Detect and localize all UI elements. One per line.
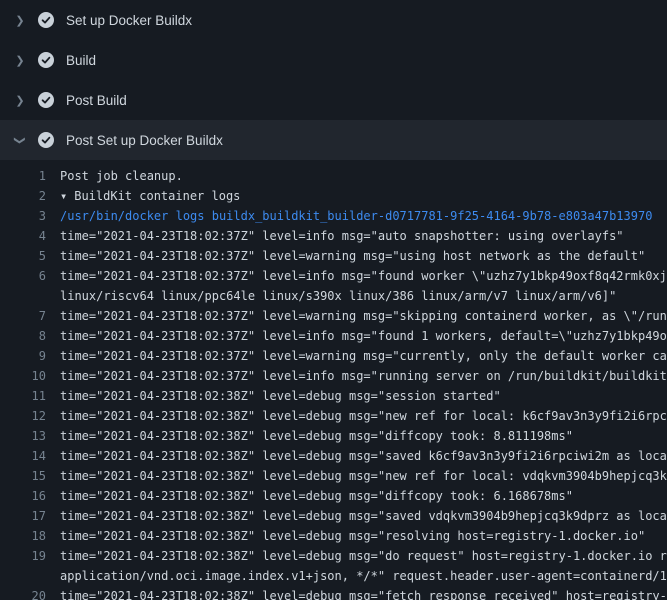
line-number[interactable]: 12 <box>0 406 46 426</box>
log-line: 18 time="2021-04-23T18:02:38Z" level=deb… <box>0 526 667 546</box>
line-number[interactable]: 11 <box>0 386 46 406</box>
line-number[interactable]: 5 <box>0 246 46 266</box>
step-label: Post Build <box>66 93 127 108</box>
step-label: Build <box>66 53 96 68</box>
log-line: 16 time="2021-04-23T18:02:38Z" level=deb… <box>0 486 667 506</box>
step-label: Set up Docker Buildx <box>66 13 192 28</box>
line-number[interactable]: 10 <box>0 366 46 386</box>
chevron-icon[interactable]: ❯ <box>12 94 28 107</box>
log-line: 7 time="2021-04-23T18:02:37Z" level=warn… <box>0 306 667 326</box>
line-number[interactable] <box>0 286 46 306</box>
log-text: time="2021-04-23T18:02:38Z" level=debug … <box>46 466 667 486</box>
log-line: 6 time="2021-04-23T18:02:37Z" level=info… <box>0 266 667 286</box>
line-number[interactable]: 2 <box>0 186 46 206</box>
log-line: 5 time="2021-04-23T18:02:37Z" level=warn… <box>0 246 667 266</box>
log-text: time="2021-04-23T18:02:38Z" level=debug … <box>46 426 667 446</box>
log-line: application/vnd.oci.image.index.v1+json,… <box>0 566 667 586</box>
log-text: time="2021-04-23T18:02:38Z" level=debug … <box>46 406 667 426</box>
log-text: time="2021-04-23T18:02:38Z" level=debug … <box>46 526 667 546</box>
log-text: time="2021-04-23T18:02:37Z" level=warnin… <box>46 346 667 366</box>
log-text: Post job cleanup. <box>46 166 667 186</box>
line-number[interactable]: 19 <box>0 546 46 566</box>
line-number[interactable]: 13 <box>0 426 46 446</box>
log-line: 15 time="2021-04-23T18:02:38Z" level=deb… <box>0 466 667 486</box>
chevron-icon[interactable]: ❯ <box>12 54 28 67</box>
log-line: 2 ▾ BuildKit container logs <box>0 186 667 206</box>
log-text: application/vnd.oci.image.index.v1+json,… <box>46 566 667 586</box>
line-number[interactable]: 9 <box>0 346 46 366</box>
log-line: linux/riscv64 linux/ppc64le linux/s390x … <box>0 286 667 306</box>
line-number[interactable]: 8 <box>0 326 46 346</box>
log-line: 8 time="2021-04-23T18:02:37Z" level=info… <box>0 326 667 346</box>
sections: ❯ Set up Docker Buildx ❯ Build ❯ Post Bu <box>0 0 667 160</box>
log-line: 1 Post job cleanup. <box>0 166 667 186</box>
log-lines: 1 Post job cleanup. 2 ▾ BuildKit containe… <box>0 160 667 600</box>
line-number[interactable]: 20 <box>0 586 46 600</box>
log-text: ▾ BuildKit container logs <box>46 186 667 206</box>
log-text: time="2021-04-23T18:02:37Z" level=warnin… <box>46 306 667 326</box>
log-text: time="2021-04-23T18:02:37Z" level=info m… <box>46 366 667 386</box>
actions-log-viewer: ❯ Set up Docker Buildx ❯ Build ❯ Post Bu <box>0 0 667 600</box>
log-text: time="2021-04-23T18:02:37Z" level=info m… <box>46 226 667 246</box>
log-line: 17 time="2021-04-23T18:02:38Z" level=deb… <box>0 506 667 526</box>
line-number[interactable]: 6 <box>0 266 46 286</box>
line-number[interactable]: 1 <box>0 166 46 186</box>
log-text: time="2021-04-23T18:02:37Z" level=info m… <box>46 266 667 286</box>
check-circle-icon <box>38 92 54 108</box>
log-text: time="2021-04-23T18:02:38Z" level=debug … <box>46 546 667 566</box>
log-text: time="2021-04-23T18:02:38Z" level=debug … <box>46 506 667 526</box>
log-line: 14 time="2021-04-23T18:02:38Z" level=deb… <box>0 446 667 466</box>
line-number[interactable]: 18 <box>0 526 46 546</box>
check-circle-icon <box>38 12 54 28</box>
line-number[interactable]: 3 <box>0 206 46 226</box>
log-line: 4 time="2021-04-23T18:02:37Z" level=info… <box>0 226 667 246</box>
group-toggle-icon[interactable]: ▾ <box>60 189 67 203</box>
line-number[interactable]: 4 <box>0 226 46 246</box>
log-text: time="2021-04-23T18:02:38Z" level=debug … <box>46 586 667 600</box>
log-text: /usr/bin/docker logs buildx_buildkit_bui… <box>46 206 667 226</box>
line-number[interactable]: 14 <box>0 446 46 466</box>
step-section[interactable]: ❯ Build <box>0 40 667 80</box>
log-line: 11 time="2021-04-23T18:02:38Z" level=deb… <box>0 386 667 406</box>
log-line: 19 time="2021-04-23T18:02:38Z" level=deb… <box>0 546 667 566</box>
line-number[interactable]: 17 <box>0 506 46 526</box>
chevron-icon[interactable]: ❯ <box>12 14 28 27</box>
log-text: time="2021-04-23T18:02:38Z" level=debug … <box>46 446 667 466</box>
log-text: time="2021-04-23T18:02:38Z" level=debug … <box>46 486 667 506</box>
check-circle-icon <box>38 52 54 68</box>
log-text: time="2021-04-23T18:02:37Z" level=warnin… <box>46 246 667 266</box>
log-line: 9 time="2021-04-23T18:02:37Z" level=warn… <box>0 346 667 366</box>
log-line: 10 time="2021-04-23T18:02:37Z" level=inf… <box>0 366 667 386</box>
log-text: time="2021-04-23T18:02:38Z" level=debug … <box>46 386 667 406</box>
line-number[interactable] <box>0 566 46 586</box>
log-text: time="2021-04-23T18:02:37Z" level=info m… <box>46 326 667 346</box>
step-section[interactable]: ❯ Post Build <box>0 80 667 120</box>
group-label[interactable]: BuildKit container logs <box>74 189 240 203</box>
log-line: 3 /usr/bin/docker logs buildx_buildkit_b… <box>0 206 667 226</box>
step-section[interactable]: ❯ Post Set up Docker Buildx <box>0 120 667 160</box>
chevron-icon[interactable]: ❯ <box>14 132 27 148</box>
step-section[interactable]: ❯ Set up Docker Buildx <box>0 0 667 40</box>
check-circle-icon <box>38 132 54 148</box>
line-number[interactable]: 15 <box>0 466 46 486</box>
log-line: 12 time="2021-04-23T18:02:38Z" level=deb… <box>0 406 667 426</box>
step-label: Post Set up Docker Buildx <box>66 133 223 148</box>
log-line: 13 time="2021-04-23T18:02:38Z" level=deb… <box>0 426 667 446</box>
line-number[interactable]: 16 <box>0 486 46 506</box>
log-text: linux/riscv64 linux/ppc64le linux/s390x … <box>46 286 667 306</box>
log-line: 20 time="2021-04-23T18:02:38Z" level=deb… <box>0 586 667 600</box>
line-number[interactable]: 7 <box>0 306 46 326</box>
